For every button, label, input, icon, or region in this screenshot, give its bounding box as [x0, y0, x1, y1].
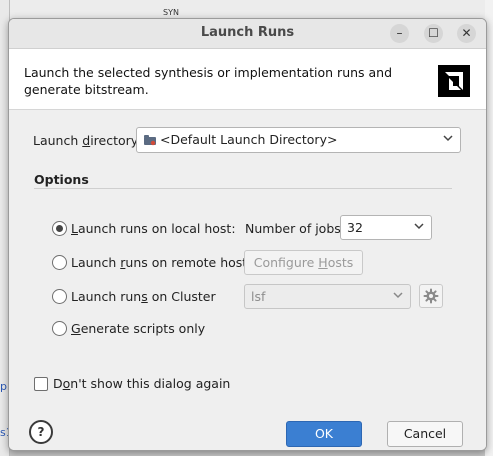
number-of-jobs-value: 32 [347, 220, 363, 235]
dialog-description: Launch the selected synthesis or impleme… [24, 65, 393, 97]
number-of-jobs-select[interactable]: 32 [340, 215, 432, 240]
background-text: p [0, 380, 7, 393]
local-host-radio[interactable] [52, 221, 67, 236]
dialog-body: Launch directory: <Default Launch Direct… [9, 110, 486, 450]
chevron-down-icon [442, 131, 454, 148]
cluster-value: lsf [251, 289, 266, 304]
gear-icon [423, 288, 439, 307]
dialog-title: Launch Runs [200, 25, 295, 40]
cluster-settings-button[interactable] [419, 284, 443, 308]
launch-runs-dialog: Launch Runs – ☐ ✕ Launch the selected sy… [8, 18, 487, 451]
cluster-select[interactable]: lsf [244, 284, 411, 309]
close-button[interactable]: ✕ [457, 24, 476, 43]
options-section-title: Options [34, 172, 89, 187]
launch-directory-select[interactable]: <Default Launch Directory> [136, 127, 461, 153]
title-bar[interactable]: Launch Runs – ☐ ✕ [9, 19, 486, 49]
generate-scripts-radio[interactable] [52, 321, 67, 336]
configure-hosts-button[interactable]: Configure Hosts [244, 250, 363, 275]
cancel-button[interactable]: Cancel [387, 421, 463, 447]
launch-directory-value: <Default Launch Directory> [160, 132, 338, 147]
help-button[interactable]: ? [29, 420, 53, 444]
background-text: SYN [163, 8, 179, 17]
remote-hosts-radio[interactable] [52, 255, 67, 270]
launch-directory-label: Launch directory: [33, 133, 142, 148]
maximize-button[interactable]: ☐ [424, 24, 443, 43]
cluster-radio[interactable] [52, 289, 67, 304]
chevron-down-icon [413, 219, 425, 236]
ok-button[interactable]: OK [286, 421, 362, 447]
generate-scripts-label[interactable]: Generate scripts only [71, 321, 205, 336]
minimize-button[interactable]: – [390, 24, 409, 43]
folder-icon [144, 134, 156, 149]
chevron-down-icon [392, 288, 404, 305]
cluster-label[interactable]: Launch runs on Cluster [71, 289, 216, 304]
amd-logo [438, 65, 470, 97]
local-host-label[interactable]: Launch runs on local host: [71, 221, 236, 236]
remote-hosts-label[interactable]: Launch runs on remote hosts [71, 255, 254, 270]
dont-show-again-checkbox[interactable] [34, 377, 48, 391]
dialog-header: Launch the selected synthesis or impleme… [9, 49, 486, 110]
number-of-jobs-label: Number of jobs: [245, 221, 345, 236]
dont-show-again-label[interactable]: Don't show this dialog again [53, 376, 230, 391]
options-divider [34, 188, 452, 189]
